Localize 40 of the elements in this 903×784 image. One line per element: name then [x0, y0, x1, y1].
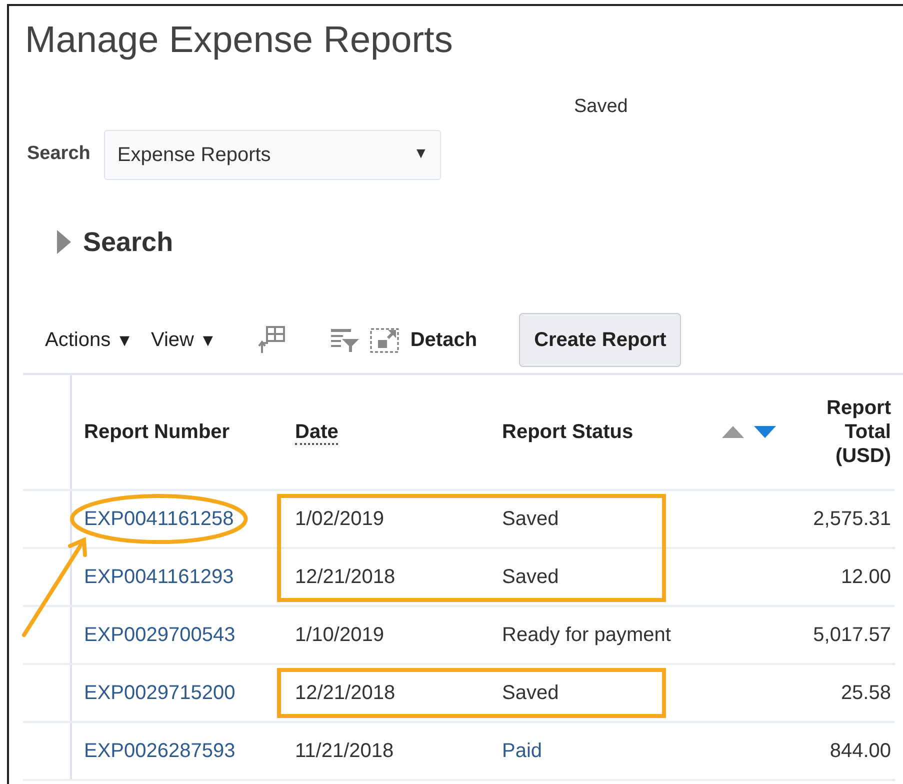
table-cell: 844.00 [790, 722, 895, 780]
table-cell: Saved [490, 664, 790, 722]
report-number-link[interactable]: EXP0029700543 [84, 624, 236, 646]
report-number-link[interactable]: EXP0041161293 [84, 566, 234, 588]
table-cell: 11/21/2018 [283, 722, 490, 780]
report-number-link[interactable]: EXP0041161258 [84, 508, 234, 530]
table-cell: 1/10/2019 [283, 606, 490, 664]
report-number-link[interactable]: EXP0029715200 [84, 682, 236, 704]
freeze-columns-icon[interactable] [258, 325, 286, 356]
detach-icon [370, 326, 400, 354]
search-label: Search [27, 142, 90, 166]
table-cell: 12/21/2018 [283, 548, 490, 606]
page-title: Manage Expense Reports [25, 20, 454, 61]
table-cell: Saved [490, 548, 790, 606]
caret-icon: ▼ [414, 143, 428, 166]
search-dropdown[interactable]: Expense Reports ▼ [104, 130, 442, 180]
filter-icon[interactable] [330, 327, 360, 354]
detach-button[interactable]: Detach [370, 325, 478, 356]
section-title[interactable]: Search [83, 222, 174, 262]
table-cell: Saved [490, 490, 790, 548]
table-cell: 5,017.57 [790, 606, 895, 664]
column-header[interactable]: Date [295, 421, 338, 446]
report-number-link[interactable]: EXP0026287593 [84, 740, 236, 762]
table-cell: 2,575.31 [790, 490, 895, 548]
sort-ascending-icon[interactable] [722, 426, 744, 438]
table-cell: 1/02/2019 [283, 490, 490, 548]
status-link[interactable]: Paid [490, 722, 790, 780]
sort-descending-icon[interactable] [754, 426, 776, 438]
table-cell: 12.00 [790, 548, 895, 606]
column-header[interactable]: Report Number [71, 375, 283, 490]
create-report-button[interactable]: Create Report [519, 313, 682, 368]
table-cell: 12/21/2018 [283, 664, 490, 722]
status-text: Saved [574, 96, 629, 116]
menu-button[interactable]: View ▼ [150, 325, 216, 356]
column-header[interactable]: Report Total (USD) [790, 375, 895, 490]
menu-button[interactable]: Actions ▼ [45, 325, 133, 356]
table-cell: Ready for payment [490, 606, 790, 664]
column-header[interactable]: Report Status [502, 417, 634, 448]
table-cell: 25.58 [790, 664, 895, 722]
disclosure-triangle-icon[interactable] [57, 230, 71, 254]
